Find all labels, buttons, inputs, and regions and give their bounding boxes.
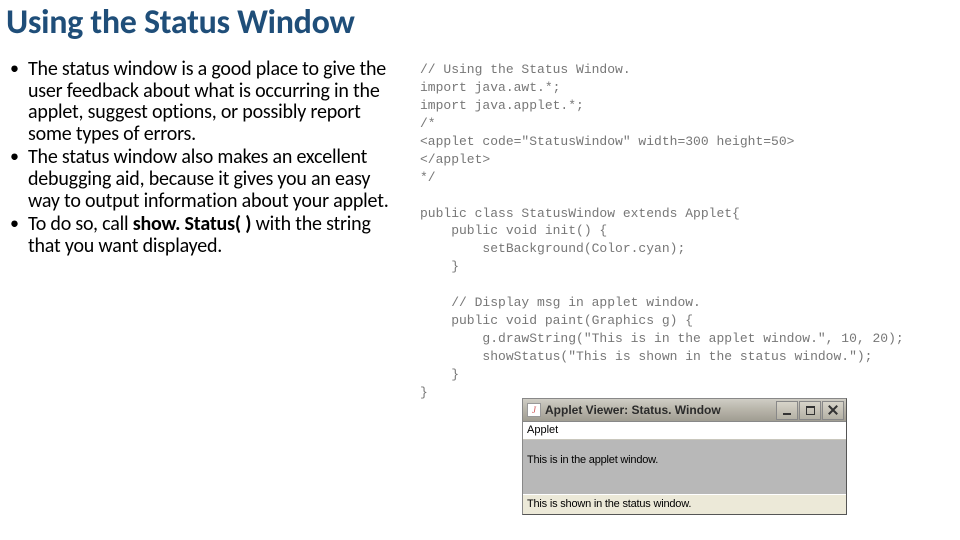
slide-content: The status window is a good place to giv… (0, 47, 960, 402)
minimize-button[interactable] (776, 401, 798, 420)
applet-canvas-text: This is in the applet window. (527, 454, 658, 466)
menu-bar: Applet (523, 422, 846, 440)
left-column: The status window is a good place to giv… (4, 53, 394, 402)
bullet-item: The status window also makes an excellen… (28, 147, 394, 214)
bullet-item: The status window is a good place to giv… (28, 59, 394, 147)
applet-canvas: This is in the applet window. (523, 440, 846, 494)
status-bar: This is shown in the status window. (523, 494, 846, 514)
bullet-item: To do so, call show. Status( ) with the … (28, 214, 394, 259)
code-listing: // Using the Status Window. import java.… (410, 53, 956, 402)
applet-viewer-window: J Applet Viewer: Status. Window Applet T… (522, 398, 847, 515)
bullet-text-pre: To do so, call (28, 212, 133, 236)
slide-title: Using the Status Window (0, 0, 960, 47)
java-icon: J (527, 403, 541, 417)
window-title: Applet Viewer: Status. Window (545, 403, 776, 417)
maximize-button[interactable] (799, 401, 821, 420)
window-controls (776, 401, 844, 420)
close-button[interactable] (822, 401, 844, 420)
window-titlebar[interactable]: J Applet Viewer: Status. Window (523, 399, 846, 422)
bullet-list: The status window is a good place to giv… (4, 59, 394, 259)
right-column: // Using the Status Window. import java.… (410, 53, 956, 402)
status-bar-text: This is shown in the status window. (527, 498, 691, 510)
maximize-icon (806, 406, 815, 415)
bullet-text-bold: show. Status( ) (133, 212, 252, 236)
minimize-icon (783, 413, 791, 415)
menu-applet[interactable]: Applet (527, 424, 558, 436)
close-icon (828, 405, 838, 415)
